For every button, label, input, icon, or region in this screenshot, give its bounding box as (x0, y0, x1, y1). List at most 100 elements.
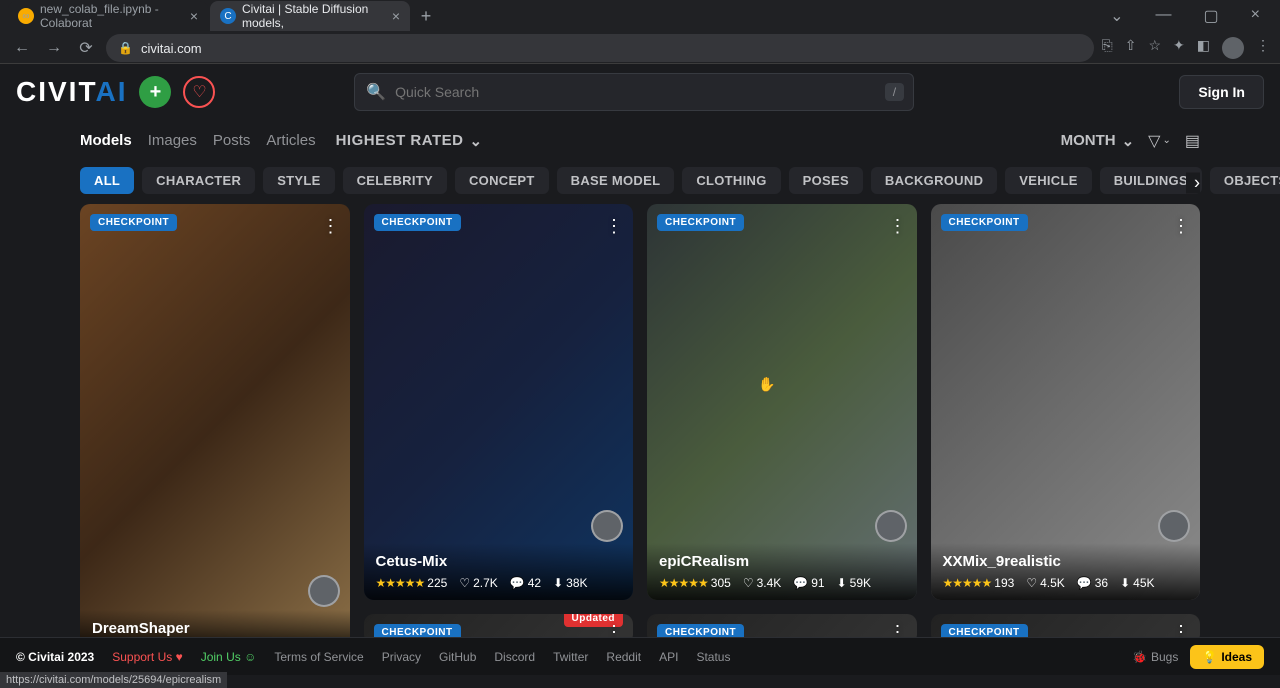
menu-icon[interactable]: ⋮ (1256, 37, 1270, 59)
ideas-button[interactable]: 💡Ideas (1190, 645, 1264, 669)
address-icons: ⎘ ⇧ ☆ ✦ ◧ ⋮ (1102, 37, 1270, 59)
footer-link-github[interactable]: GitHub (439, 650, 476, 664)
footer-link-twitter[interactable]: Twitter (553, 650, 588, 664)
creator-avatar[interactable] (308, 575, 340, 607)
nav-tab-posts[interactable]: Posts (213, 128, 251, 153)
footer-link-privacy[interactable]: Privacy (382, 650, 421, 664)
close-icon[interactable]: × (190, 8, 198, 24)
star-icon: ★★★★★ (659, 576, 708, 590)
footer-link-reddit[interactable]: Reddit (606, 650, 641, 664)
status-bar: https://civitai.com/models/25694/epicrea… (0, 672, 227, 688)
footer-link-api[interactable]: API (659, 650, 678, 664)
card-menu-icon[interactable]: ⋮ (889, 216, 907, 237)
tab-title: new_colab_file.ipynb - Colaborat (40, 2, 178, 30)
pill-all[interactable]: ALL (80, 167, 134, 194)
checkpoint-badge: CHECKPOINT (374, 214, 461, 231)
model-card-epicrealism[interactable]: CHECKPOINT ⋮ epiCRealism ★★★★★ 305 ♡ 3.4… (647, 204, 917, 600)
creator-avatar[interactable] (1158, 510, 1190, 542)
sidepanel-icon[interactable]: ◧ (1197, 37, 1210, 59)
chevron-down-icon: ⌄ (1122, 132, 1135, 150)
nav-tab-articles[interactable]: Articles (266, 128, 315, 153)
card-footer: Cetus-Mix ★★★★★ 225 ♡ 2.7K 💬 42 ⬇ 38K (364, 543, 634, 600)
footer-link-status[interactable]: Status (696, 650, 730, 664)
pill-objects[interactable]: OBJECTS (1210, 167, 1280, 194)
creator-avatar[interactable] (875, 510, 907, 542)
card-footer: epiCRealism ★★★★★ 305 ♡ 3.4K 💬 91 ⬇ 59K (647, 543, 917, 600)
close-icon[interactable]: × (392, 8, 400, 24)
install-icon[interactable]: ⎘ (1102, 37, 1113, 59)
sort-dropdown[interactable]: HIGHEST RATED ⌄ (336, 132, 483, 150)
heart-icon: ♡ (743, 576, 754, 590)
footer-link-support[interactable]: Support Us ♥ (112, 650, 183, 664)
browser-tab-colab[interactable]: ∞ new_colab_file.ipynb - Colaborat × (8, 1, 208, 31)
model-card-xxmix[interactable]: CHECKPOINT ⋮ XXMix_9realistic ★★★★★ 193 … (931, 204, 1201, 600)
url-text: civitai.com (141, 41, 202, 56)
bugs-button[interactable]: 🐞Bugs (1132, 650, 1178, 664)
checkpoint-badge: CHECKPOINT (941, 214, 1028, 231)
search-wrap: 🔍 / (354, 73, 914, 111)
card-title: XXMix_9realistic (943, 553, 1189, 570)
pill-poses[interactable]: POSES (789, 167, 863, 194)
card-title: epiCRealism (659, 553, 905, 570)
footer-link-join[interactable]: Join Us ☺ (201, 650, 257, 664)
nav-tab-models[interactable]: Models (80, 128, 132, 153)
new-tab-button[interactable]: + (412, 2, 440, 30)
footer-link-tos[interactable]: Terms of Service (274, 650, 363, 664)
chevron-down-icon: ⌄ (470, 132, 483, 150)
categories-next-button[interactable]: › (1186, 172, 1200, 193)
card-menu-icon[interactable]: ⋮ (1172, 216, 1190, 237)
nav-tab-images[interactable]: Images (148, 128, 197, 153)
url-bar[interactable]: 🔒 civitai.com (106, 34, 1094, 62)
model-grid: CHECKPOINT ⋮ DreamShaper CHECKPOINT ⋮ Ce… (0, 204, 1280, 649)
period-dropdown[interactable]: MONTH ⌄ (1061, 132, 1135, 150)
card-menu-icon[interactable]: ⋮ (322, 216, 340, 237)
window-controls: ⌄ — ▢ × (1102, 2, 1280, 30)
pill-clothing[interactable]: CLOTHING (682, 167, 780, 194)
star-icon: ★★★★★ (943, 576, 992, 590)
signin-button[interactable]: Sign In (1179, 75, 1264, 109)
pill-character[interactable]: CHARACTER (142, 167, 255, 194)
favorites-button[interactable]: ♡ (183, 76, 215, 108)
layout-toggle[interactable]: ▤ (1185, 131, 1200, 151)
download-icon: ⬇ (837, 576, 847, 590)
card-menu-icon[interactable]: ⋮ (605, 216, 623, 237)
card-stats: ★★★★★ 225 ♡ 2.7K 💬 42 ⬇ 38K (376, 576, 622, 590)
card-stats: ★★★★★ 305 ♡ 3.4K 💬 91 ⬇ 59K (659, 576, 905, 590)
download-icon: ⬇ (1120, 576, 1130, 590)
pill-celebrity[interactable]: CELEBRITY (343, 167, 447, 194)
nav-tabs: Models Images Posts Articles (80, 128, 316, 153)
model-card-dreamshaper[interactable]: CHECKPOINT ⋮ DreamShaper (80, 204, 350, 649)
back-button[interactable]: ← (10, 36, 34, 60)
minimize-icon[interactable]: — (1148, 2, 1180, 30)
comment-icon: 💬 (510, 576, 525, 590)
profile-avatar[interactable] (1222, 37, 1244, 59)
create-button[interactable]: + (139, 76, 171, 108)
heart-icon: ♡ (1026, 576, 1037, 590)
address-bar: ← → ⟳ 🔒 civitai.com ⎘ ⇧ ☆ ✦ ◧ ⋮ (0, 32, 1280, 64)
share-icon[interactable]: ⇧ (1125, 37, 1137, 59)
colab-favicon-icon: ∞ (18, 8, 34, 24)
footer-link-discord[interactable]: Discord (494, 650, 535, 664)
pill-base-model[interactable]: BASE MODEL (557, 167, 675, 194)
reload-button[interactable]: ⟳ (74, 36, 98, 60)
footer: © Civitai 2023 Support Us ♥ Join Us ☺ Te… (0, 637, 1280, 675)
extensions-icon[interactable]: ✦ (1173, 37, 1185, 59)
pill-style[interactable]: STYLE (263, 167, 334, 194)
forward-button[interactable]: → (42, 36, 66, 60)
chevron-down-icon[interactable]: ⌄ (1102, 2, 1131, 30)
creator-avatar[interactable] (591, 510, 623, 542)
category-pills: ALL CHARACTER STYLE CELEBRITY CONCEPT BA… (0, 161, 1280, 204)
pill-vehicle[interactable]: VEHICLE (1005, 167, 1091, 194)
star-icon: ★★★★★ (376, 576, 425, 590)
civitai-logo[interactable]: CIVITAI (16, 76, 127, 108)
browser-tab-civitai[interactable]: C Civitai | Stable Diffusion models, × (210, 1, 410, 31)
search-input[interactable] (354, 73, 914, 111)
model-card-cetusmix[interactable]: CHECKPOINT ⋮ Cetus-Mix ★★★★★ 225 ♡ 2.7K … (364, 204, 634, 600)
pill-background[interactable]: BACKGROUND (871, 167, 997, 194)
search-icon: 🔍 (366, 82, 386, 102)
close-window-icon[interactable]: × (1243, 2, 1268, 30)
bookmark-icon[interactable]: ☆ (1148, 37, 1161, 59)
filter-button[interactable]: ▽⌄ (1148, 131, 1171, 151)
maximize-icon[interactable]: ▢ (1196, 2, 1227, 30)
pill-concept[interactable]: CONCEPT (455, 167, 549, 194)
